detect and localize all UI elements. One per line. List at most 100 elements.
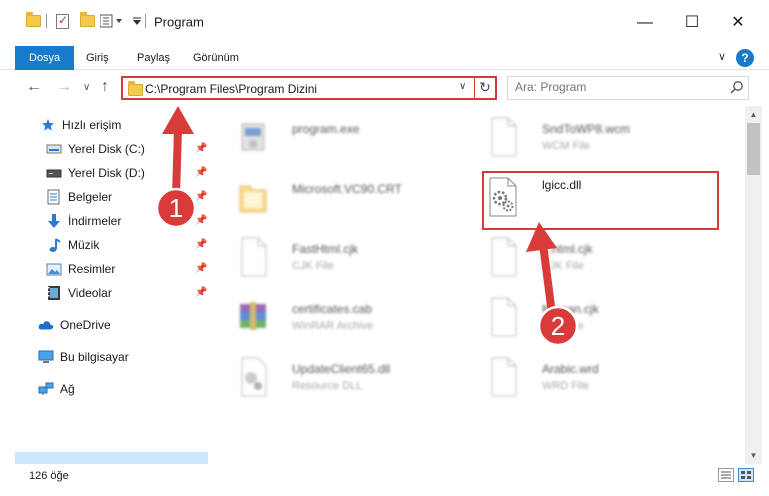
tab-share[interactable]: Paylaş	[137, 46, 170, 70]
documents-icon	[46, 189, 62, 205]
list-item[interactable]: FastHtml.cjk CJK File	[216, 230, 456, 286]
network-icon	[38, 381, 54, 397]
list-item[interactable]: Korean.cjk CJK File	[466, 290, 706, 346]
recent-locations-icon[interactable]: ∨	[83, 82, 90, 93]
pin-icon[interactable]: 📌	[195, 263, 207, 274]
customize-toolbar-icon[interactable]	[100, 12, 124, 30]
list-item-highlighted[interactable]: lgicc.dll	[466, 170, 706, 226]
winrar-icon	[240, 302, 266, 330]
vertical-scrollbar[interactable]: ▲ ▼	[745, 106, 762, 464]
back-arrow-icon[interactable]: ←	[26, 78, 42, 96]
sidebar-item-music[interactable]: Müzik	[46, 234, 99, 256]
large-icons-view-icon[interactable]	[738, 468, 754, 482]
cloud-icon	[38, 317, 54, 333]
computer-icon	[38, 349, 54, 365]
close-button[interactable]: ✕	[718, 13, 758, 35]
sidebar-item-label: İndirmeler	[68, 214, 122, 228]
scrollbar-thumb[interactable]	[747, 123, 760, 175]
file-icon	[491, 297, 517, 337]
minimize-button[interactable]: —	[625, 13, 665, 35]
tab-file[interactable]: Dosya	[15, 46, 75, 70]
sidebar-item-quick-access[interactable]: Hızlı erişim	[40, 114, 121, 136]
file-name: FastHtml.cjk	[292, 242, 358, 256]
status-bar: 126 öğe	[0, 464, 769, 496]
file-icon	[491, 117, 517, 157]
list-item[interactable]: certificates.cab WinRAR Archive	[216, 290, 456, 346]
navigation-pane: Hızlı erişim Yerel Disk (C:) 📌 Yerel Dis…	[0, 106, 210, 474]
sidebar-item-onedrive[interactable]: OneDrive	[38, 314, 111, 336]
search-icon[interactable]	[730, 80, 744, 94]
sidebar-item-label: OneDrive	[60, 318, 111, 332]
list-item[interactable]: Microsoft.VC90.CRT	[216, 170, 456, 226]
separator	[46, 12, 47, 30]
sidebar-item-label: Yerel Disk (C:)	[68, 142, 145, 156]
scroll-down-icon[interactable]: ▼	[745, 447, 762, 464]
file-name: UpdateClient65.dll	[292, 362, 391, 376]
chevron-down-icon[interactable]: ∨	[459, 81, 466, 92]
sidebar-item-videos[interactable]: Videolar	[46, 282, 112, 304]
search-input[interactable]	[515, 80, 715, 94]
pin-icon[interactable]: 📌	[195, 287, 207, 298]
forward-arrow-icon[interactable]: →	[56, 78, 72, 96]
list-item[interactable]: program.exe	[216, 110, 456, 166]
sidebar-item-pictures[interactable]: Resimler	[46, 258, 115, 280]
address-bar[interactable]: C:\Program Files\Program Dizini ∨ ↻	[121, 76, 497, 100]
dropdown-arrow-icon[interactable]	[132, 12, 142, 30]
exe-icon	[241, 123, 265, 151]
tab-home[interactable]: Giriş	[86, 46, 109, 70]
sidebar-item-label: Videolar	[68, 286, 112, 300]
file-name: Korean.cjk	[542, 302, 599, 316]
list-item[interactable]: ...html.cjk CJK File	[466, 230, 706, 286]
list-item[interactable]: SndToWP8.wcm WCM File	[466, 110, 706, 166]
properties-icon[interactable]	[56, 12, 69, 30]
sidebar-item-drive-c[interactable]: Yerel Disk (C:)	[46, 138, 145, 160]
refresh-icon[interactable]: ↻	[474, 76, 495, 100]
file-type: CJK File	[292, 260, 334, 272]
folder-icon	[26, 12, 41, 30]
file-type: WinRAR Archive	[292, 320, 374, 332]
sidebar-item-label: Bu bilgisayar	[60, 350, 129, 364]
sidebar-item-label: Resimler	[68, 262, 116, 276]
ribbon-expand-icon[interactable]: ∨	[718, 50, 726, 63]
folder-icon	[128, 81, 143, 96]
star-icon	[40, 117, 56, 133]
dll-gear-icon	[241, 357, 267, 397]
details-view-icon[interactable]	[718, 468, 734, 482]
new-folder-icon[interactable]	[80, 12, 95, 30]
pin-icon[interactable]: 📌	[195, 239, 207, 250]
search-box[interactable]	[507, 76, 749, 100]
file-name: lgicc.dll	[542, 178, 582, 192]
sidebar-item-documents[interactable]: Belgeler	[46, 186, 112, 208]
pin-icon[interactable]: 📌	[195, 143, 207, 154]
file-name: SndToWP8.wcm	[542, 122, 631, 136]
address-path[interactable]: C:\Program Files\Program Dizini	[145, 82, 317, 96]
file-type: CJK File	[542, 260, 584, 272]
music-icon	[46, 237, 62, 253]
file-type: Resource DLL	[292, 380, 363, 392]
file-list: program.exe Microsoft.VC90.CRT FastHtml.…	[216, 106, 744, 464]
pin-icon[interactable]: 📌	[195, 215, 207, 226]
help-icon[interactable]: ?	[736, 49, 754, 67]
folder-icon	[239, 185, 267, 213]
pin-icon[interactable]: 📌	[195, 191, 207, 202]
dll-gear-icon	[489, 177, 517, 217]
sidebar-item-this-pc[interactable]: Bu bilgisayar	[38, 346, 129, 368]
list-item[interactable]: UpdateClient65.dll Resource DLL	[216, 350, 456, 406]
sidebar-item-downloads[interactable]: İndirmeler	[46, 210, 121, 232]
drive-icon	[46, 165, 62, 181]
file-icon	[241, 237, 267, 277]
sidebar-item-label: Belgeler	[68, 190, 113, 204]
sidebar-item-label: Hızlı erişim	[62, 118, 122, 132]
tab-view[interactable]: Görünüm	[193, 46, 239, 70]
scroll-up-icon[interactable]: ▲	[745, 106, 762, 123]
sidebar-item-drive-d[interactable]: Yerel Disk (D:)	[46, 162, 145, 184]
list-item[interactable]: Arabic.wrd WRD File	[466, 350, 706, 406]
sidebar-item-label: Yerel Disk (D:)	[68, 166, 145, 180]
sidebar-item-network[interactable]: Ağ	[38, 378, 75, 400]
separator	[145, 12, 146, 30]
pin-icon[interactable]: 📌	[195, 167, 207, 178]
sidebar-item-label: Müzik	[68, 238, 100, 252]
maximize-button[interactable]: ☐	[672, 13, 712, 35]
up-arrow-icon[interactable]: ↑	[101, 78, 109, 96]
pictures-icon	[46, 261, 62, 277]
